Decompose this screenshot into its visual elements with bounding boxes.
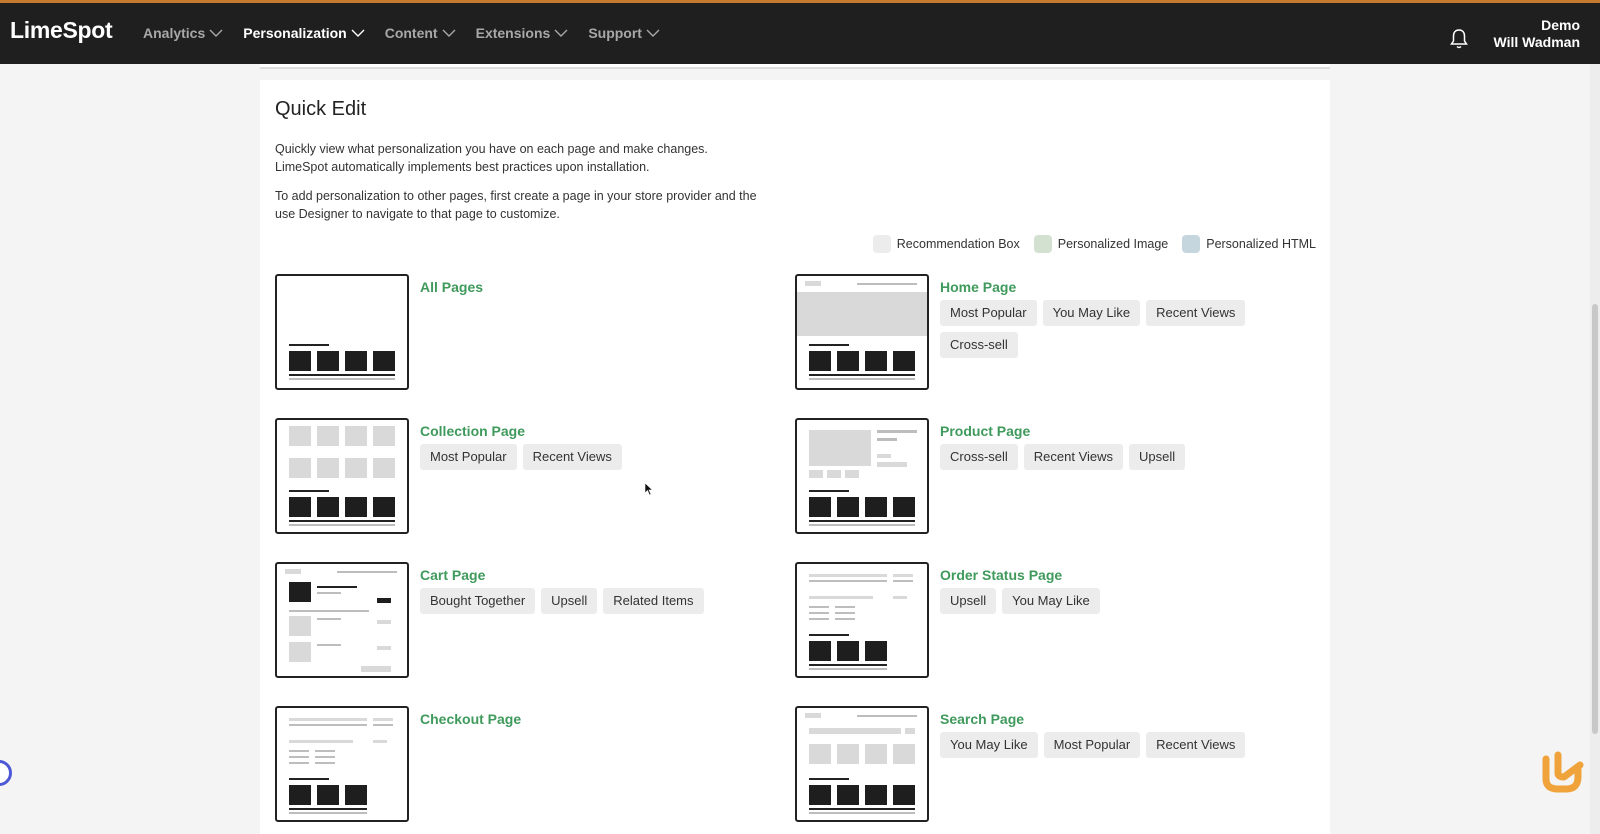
description-line: Quickly view what personalization you ha…	[275, 142, 708, 156]
legend-item-recommendation-box: Recommendation Box	[872, 235, 1020, 253]
quick-edit-card: Quick Edit Quickly view what personaliza…	[260, 80, 1330, 834]
nav-support-label: Support	[588, 25, 642, 41]
chip-you-may-like[interactable]: You May Like	[940, 732, 1038, 758]
page-title: Quick Edit	[275, 98, 367, 120]
nav-analytics-label: Analytics	[143, 25, 206, 41]
user-menu[interactable]: Demo Will Wadman	[1494, 17, 1580, 51]
page-link-all-pages[interactable]: All Pages	[420, 279, 483, 295]
nav-extensions[interactable]: Extensions	[476, 25, 569, 41]
nav-personalization[interactable]: Personalization	[243, 25, 365, 41]
widget-chips: Most Popular You May Like Recent Views C…	[940, 300, 1290, 364]
order-status-page-thumbnail[interactable]	[795, 562, 929, 678]
chip-upsell[interactable]: Upsell	[1129, 444, 1186, 470]
quick-edit-instructions: To add personalization to other pages, f…	[275, 188, 835, 223]
chip-recent-views[interactable]: Recent Views	[1023, 444, 1124, 470]
chevron-down-icon	[209, 29, 223, 37]
widget-chips: Most Popular Recent Views	[420, 444, 770, 476]
page-link-checkout[interactable]: Checkout Page	[420, 711, 521, 727]
page-checkout: Checkout Page	[260, 706, 770, 824]
page-scrollbar[interactable]	[1590, 64, 1600, 834]
legend-label: Personalized HTML	[1206, 237, 1316, 251]
nav-extensions-label: Extensions	[475, 25, 551, 41]
page-home: Home Page Most Popular You May Like Rece…	[780, 274, 1290, 392]
chip-upsell[interactable]: Upsell	[541, 588, 598, 614]
mouse-cursor-icon	[645, 483, 653, 495]
chip-most-popular[interactable]: Most Popular	[940, 300, 1037, 326]
nav-content-label: Content	[384, 25, 438, 41]
collection-page-thumbnail[interactable]	[275, 418, 409, 534]
user-name: Will Wadman	[1493, 34, 1580, 50]
chip-bought-together[interactable]: Bought Together	[420, 588, 536, 614]
nav-analytics[interactable]: Analytics	[143, 25, 223, 41]
chevron-down-icon	[554, 29, 568, 37]
store-name: Demo	[1541, 17, 1580, 33]
all-pages-thumbnail[interactable]	[275, 274, 409, 390]
chevron-down-icon	[442, 29, 456, 37]
legend-swatch	[1033, 235, 1052, 253]
chip-most-popular[interactable]: Most Popular	[420, 444, 517, 470]
page-collection: Collection Page Most Popular Recent View…	[260, 418, 770, 536]
instructions-line: To add personalization to other pages, f…	[275, 189, 757, 203]
page-link-product[interactable]: Product Page	[940, 423, 1030, 439]
instructions-line: use Designer to navigate to that page to…	[275, 206, 560, 221]
page-all-pages: All Pages	[260, 274, 770, 392]
chip-related-items[interactable]: Related Items	[603, 588, 704, 614]
main-menu: Analytics Personalization Content Extens…	[143, 25, 680, 41]
chip-upsell[interactable]: Upsell	[940, 588, 997, 614]
chip-recent-views[interactable]: Recent Views	[1146, 300, 1246, 326]
chip-you-may-like[interactable]: You May Like	[1042, 300, 1141, 326]
chip-most-popular[interactable]: Most Popular	[1043, 732, 1141, 758]
nav-content[interactable]: Content	[385, 25, 456, 41]
page-cart: Cart Page Bought Together Upsell Related…	[260, 562, 770, 680]
legend-swatch	[1182, 235, 1201, 253]
product-page-thumbnail[interactable]	[795, 418, 929, 534]
search-page-thumbnail[interactable]	[795, 706, 929, 822]
page-link-search[interactable]: Search Page	[940, 711, 1024, 727]
page-product: Product Page Cross-sell Recent Views Ups…	[780, 418, 1290, 536]
home-page-thumbnail[interactable]	[795, 274, 929, 390]
chat-launcher-button[interactable]	[0, 760, 12, 786]
page-search: Search Page You May Like Most Popular Re…	[780, 706, 1290, 824]
legend-swatch	[872, 235, 891, 253]
previous-card-edge	[260, 64, 1330, 69]
chip-recent-views[interactable]: Recent Views	[522, 444, 622, 470]
chevron-down-icon	[646, 29, 660, 37]
top-navbar: LimeSpot Analytics Personalization Conte…	[0, 0, 1600, 64]
limespot-logo[interactable]: LimeSpot	[10, 17, 113, 44]
cart-page-thumbnail[interactable]	[275, 562, 409, 678]
chip-cross-sell[interactable]: Cross-sell	[940, 332, 1018, 358]
page-order-status: Order Status Page Upsell You May Like	[780, 562, 1290, 680]
page-link-cart[interactable]: Cart Page	[420, 567, 485, 583]
page-link-order-status[interactable]: Order Status Page	[940, 567, 1062, 583]
scrollbar-thumb[interactable]	[1592, 304, 1598, 734]
legend-label: Recommendation Box	[896, 237, 1020, 251]
chip-recent-views[interactable]: Recent Views	[1146, 732, 1246, 758]
widget-chips: Bought Together Upsell Related Items	[420, 588, 770, 620]
checkout-page-thumbnail[interactable]	[275, 706, 409, 822]
chevron-down-icon	[351, 29, 365, 37]
page-link-home[interactable]: Home Page	[940, 279, 1016, 295]
limespot-badge-icon[interactable]	[1540, 745, 1585, 795]
legend-item-personalized-image: Personalized Image	[1033, 235, 1169, 253]
legend-label: Personalized Image	[1057, 237, 1169, 251]
quick-edit-description: Quickly view what personalization you ha…	[275, 141, 835, 176]
page-link-collection[interactable]: Collection Page	[420, 423, 525, 439]
widget-chips: Cross-sell Recent Views Upsell	[940, 444, 1290, 476]
nav-personalization-label: Personalization	[243, 25, 347, 41]
description-line: LimeSpot automatically implements best p…	[275, 159, 650, 174]
chip-cross-sell[interactable]: Cross-sell	[940, 444, 1018, 470]
nav-support[interactable]: Support	[588, 25, 660, 41]
widget-chips: Upsell You May Like	[940, 588, 1290, 620]
legend-item-personalized-html: Personalized HTML	[1182, 235, 1316, 253]
bell-icon[interactable]	[1449, 28, 1469, 50]
chip-you-may-like[interactable]: You May Like	[1002, 588, 1100, 614]
legend: Recommendation Box Personalized Image Pe…	[859, 235, 1316, 253]
widget-chips: You May Like Most Popular Recent Views	[940, 732, 1290, 764]
